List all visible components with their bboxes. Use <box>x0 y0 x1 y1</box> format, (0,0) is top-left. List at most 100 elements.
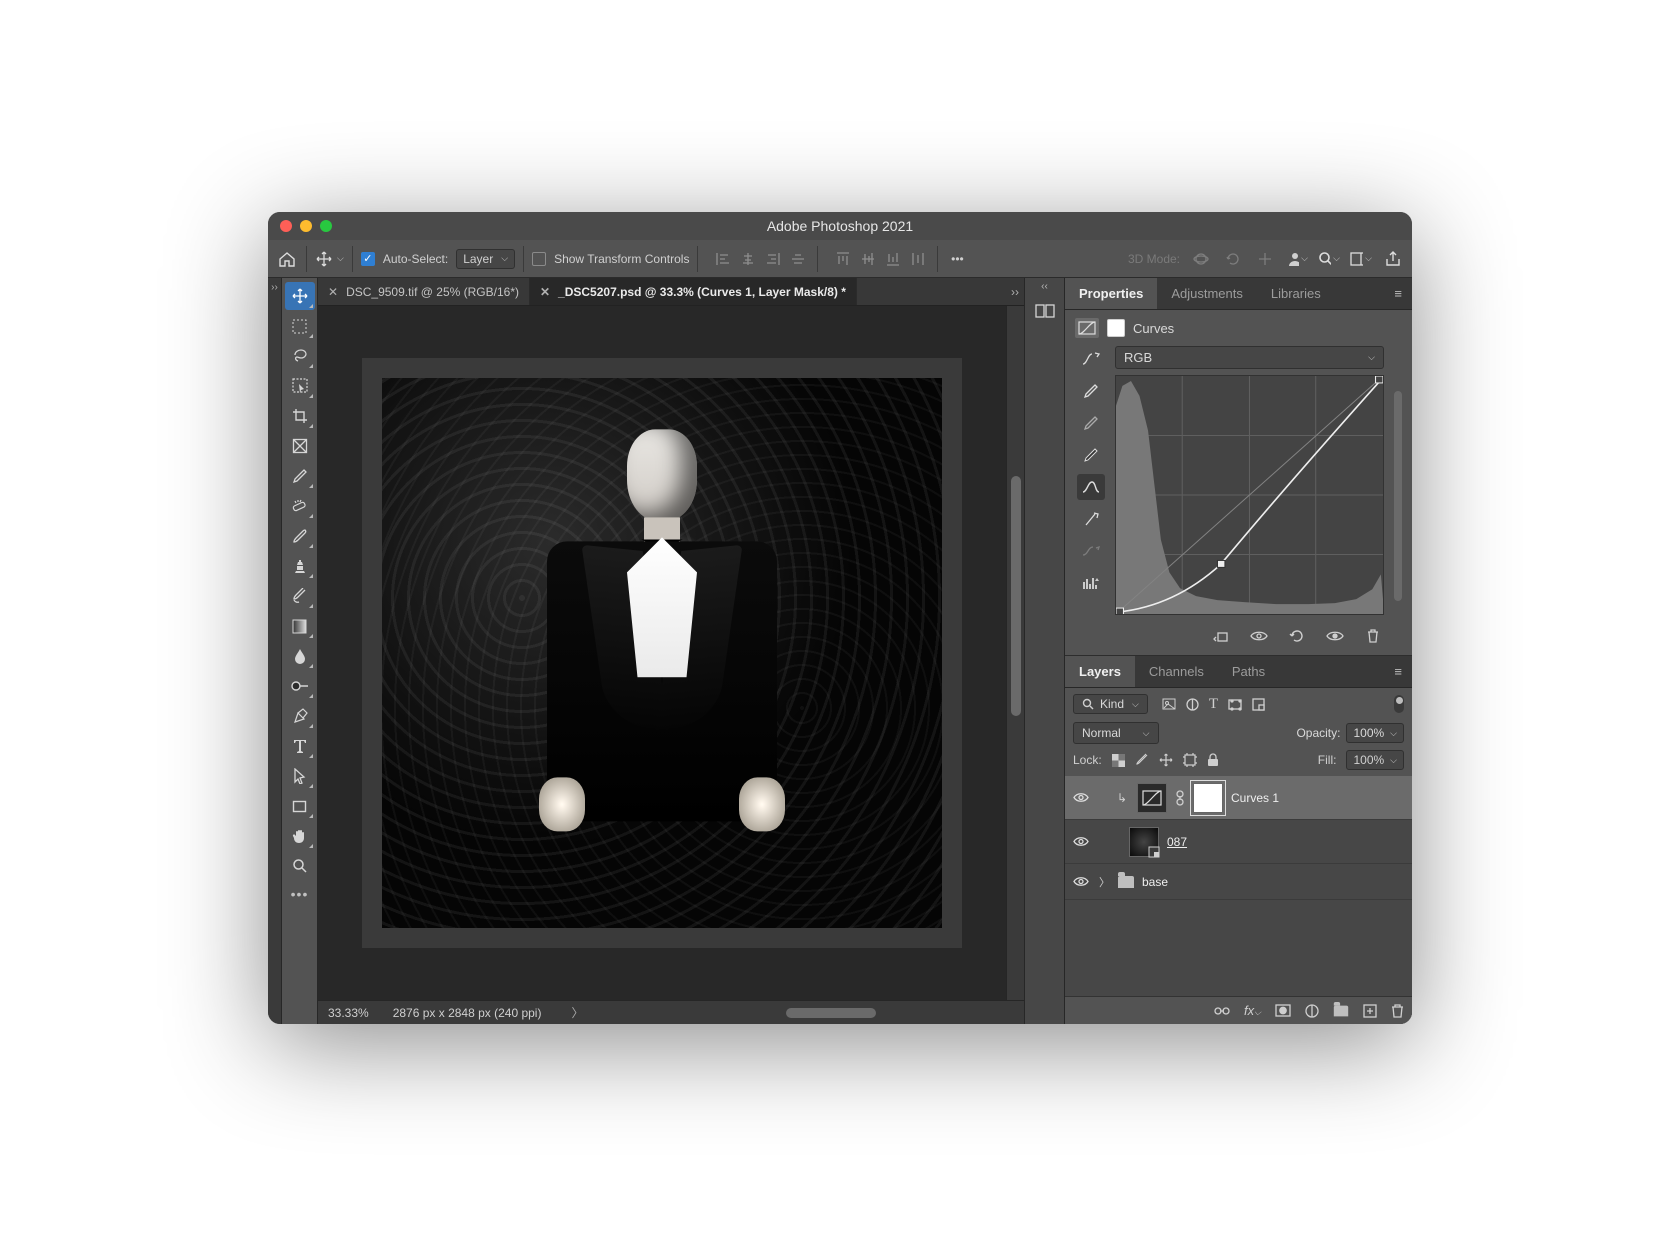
align-left-icon[interactable] <box>712 248 734 270</box>
clone-stamp-tool[interactable] <box>285 552 315 580</box>
layer-mask-thumb[interactable] <box>1193 783 1223 813</box>
align-top-icon[interactable] <box>832 248 854 270</box>
collapsed-panel-left[interactable]: ›› <box>268 278 282 1024</box>
sample-gray-eyedropper-icon[interactable] <box>1077 410 1105 436</box>
clip-to-layer-icon[interactable] <box>1210 627 1232 645</box>
tab-overflow-button[interactable]: ›› <box>1006 278 1024 305</box>
doc-dimensions[interactable]: 2876 px x 2848 px (240 ppi) <box>393 1006 542 1020</box>
show-transform-checkbox[interactable] <box>532 252 546 266</box>
tab-layers[interactable]: Layers <box>1065 656 1135 687</box>
vertical-scrollbar[interactable] <box>1006 306 1024 1000</box>
curves-graph[interactable] <box>1115 375 1384 615</box>
layer-effects-icon[interactable]: fx⌵ <box>1244 1003 1261 1018</box>
layer-thumb[interactable] <box>1129 827 1159 857</box>
document-tab[interactable]: ✕ _DSC5207.psd @ 33.3% (Curves 1, Layer … <box>530 278 857 305</box>
document-tab[interactable]: ✕ DSC_9509.tif @ 25% (RGB/16*) <box>318 278 530 305</box>
zoom-level[interactable]: 33.33% <box>328 1006 369 1020</box>
delete-adjustment-icon[interactable] <box>1362 627 1384 645</box>
lock-image-icon[interactable] <box>1135 753 1149 767</box>
share-icon[interactable] <box>1382 248 1404 270</box>
opacity-input[interactable]: 100%⌵ <box>1346 723 1404 743</box>
mask-link-icon[interactable] <box>1175 790 1185 806</box>
path-selection-tool[interactable] <box>285 762 315 790</box>
home-button[interactable] <box>276 248 298 270</box>
crop-tool[interactable] <box>285 402 315 430</box>
maximize-window-button[interactable] <box>320 220 332 232</box>
visibility-toggle-icon[interactable] <box>1073 876 1091 887</box>
blend-mode-dropdown[interactable]: Normal⌵ <box>1073 722 1159 744</box>
curves-channel-dropdown[interactable]: RGB ⌵ <box>1115 346 1384 369</box>
toggle-visibility-icon[interactable] <box>1248 627 1270 645</box>
new-layer-icon[interactable] <box>1363 1004 1377 1018</box>
filter-shape-icon[interactable] <box>1228 698 1242 711</box>
align-hcenter-icon[interactable] <box>737 248 759 270</box>
filter-adjustment-icon[interactable] <box>1186 698 1199 711</box>
history-panel-icon[interactable] <box>1030 298 1060 324</box>
lasso-tool[interactable] <box>285 342 315 370</box>
blur-tool[interactable] <box>285 642 315 670</box>
brush-tool[interactable] <box>285 522 315 550</box>
horizontal-scrollbar[interactable] <box>608 1007 1015 1019</box>
histogram-options-icon[interactable] <box>1077 570 1105 596</box>
filter-smartobject-icon[interactable] <box>1252 698 1265 711</box>
dodge-tool[interactable] <box>285 672 315 700</box>
smooth-curve-icon[interactable] <box>1077 538 1105 564</box>
auto-curves-icon[interactable] <box>1077 346 1105 372</box>
roll-3d-icon[interactable] <box>1222 248 1244 270</box>
minimize-window-button[interactable] <box>300 220 312 232</box>
pen-tool[interactable] <box>285 702 315 730</box>
close-tab-icon[interactable]: ✕ <box>328 285 338 299</box>
align-vcenter-icon[interactable] <box>857 248 879 270</box>
lock-position-icon[interactable] <box>1159 753 1173 767</box>
layer-row[interactable]: ↳ Curves 1 <box>1065 776 1412 820</box>
filter-toggle[interactable] <box>1394 695 1404 713</box>
workspace-switcher-icon[interactable]: ⌵ <box>1350 248 1372 270</box>
object-selection-tool[interactable] <box>285 372 315 400</box>
status-flyout-icon[interactable]: 〉 <box>571 1004 583 1021</box>
zoom-tool[interactable] <box>285 852 315 880</box>
distribute-icon[interactable] <box>907 248 929 270</box>
expand-dock-icon[interactable]: ‹‹ <box>1041 281 1048 292</box>
rectangle-tool[interactable] <box>285 792 315 820</box>
search-icon[interactable]: ⌵ <box>1318 248 1340 270</box>
frame-tool[interactable] <box>285 432 315 460</box>
user-icon[interactable]: ⌵ <box>1286 248 1308 270</box>
reset-adjustment-icon[interactable] <box>1286 627 1308 645</box>
align-right-icon[interactable] <box>762 248 784 270</box>
visibility-toggle-icon[interactable] <box>1073 792 1091 803</box>
view-previous-icon[interactable] <box>1324 627 1346 645</box>
panel-menu-icon[interactable]: ≡ <box>1384 664 1412 679</box>
gradient-tool[interactable] <box>285 612 315 640</box>
tab-channels[interactable]: Channels <box>1135 656 1218 687</box>
history-brush-tool[interactable] <box>285 582 315 610</box>
lock-all-icon[interactable] <box>1207 753 1219 767</box>
marquee-tool[interactable] <box>285 312 315 340</box>
link-layers-icon[interactable] <box>1214 1005 1230 1017</box>
more-align-button[interactable]: ••• <box>946 248 968 270</box>
sample-white-eyedropper-icon[interactable] <box>1077 378 1105 404</box>
properties-scrollbar[interactable] <box>1394 391 1402 601</box>
canvas-area[interactable] <box>318 306 1006 1000</box>
tool-preset-picker[interactable]: ⌵ <box>315 250 344 268</box>
lock-artboard-icon[interactable] <box>1183 753 1197 767</box>
close-window-button[interactable] <box>280 220 292 232</box>
fill-input[interactable]: 100%⌵ <box>1346 750 1404 770</box>
tab-paths[interactable]: Paths <box>1218 656 1279 687</box>
visibility-toggle-icon[interactable] <box>1073 836 1091 847</box>
tab-properties[interactable]: Properties <box>1065 278 1157 309</box>
filter-kind-dropdown[interactable]: Kind ⌵ <box>1073 694 1148 714</box>
layer-mask-thumb[interactable] <box>1107 319 1125 337</box>
layer-row[interactable]: 〉 base <box>1065 864 1412 900</box>
panel-menu-icon[interactable]: ≡ <box>1384 286 1412 301</box>
lock-transparency-icon[interactable] <box>1112 754 1125 767</box>
hand-tool[interactable] <box>285 822 315 850</box>
auto-select-checkbox[interactable]: ✓ <box>361 252 375 266</box>
type-tool[interactable] <box>285 732 315 760</box>
healing-brush-tool[interactable] <box>285 492 315 520</box>
pan-3d-icon[interactable] <box>1254 248 1276 270</box>
layer-name[interactable]: Curves 1 <box>1231 791 1279 805</box>
new-adjustment-icon[interactable] <box>1305 1004 1319 1018</box>
group-disclosure-icon[interactable]: 〉 <box>1099 874 1110 890</box>
delete-layer-icon[interactable] <box>1391 1004 1404 1018</box>
align-more-icon[interactable] <box>787 248 809 270</box>
